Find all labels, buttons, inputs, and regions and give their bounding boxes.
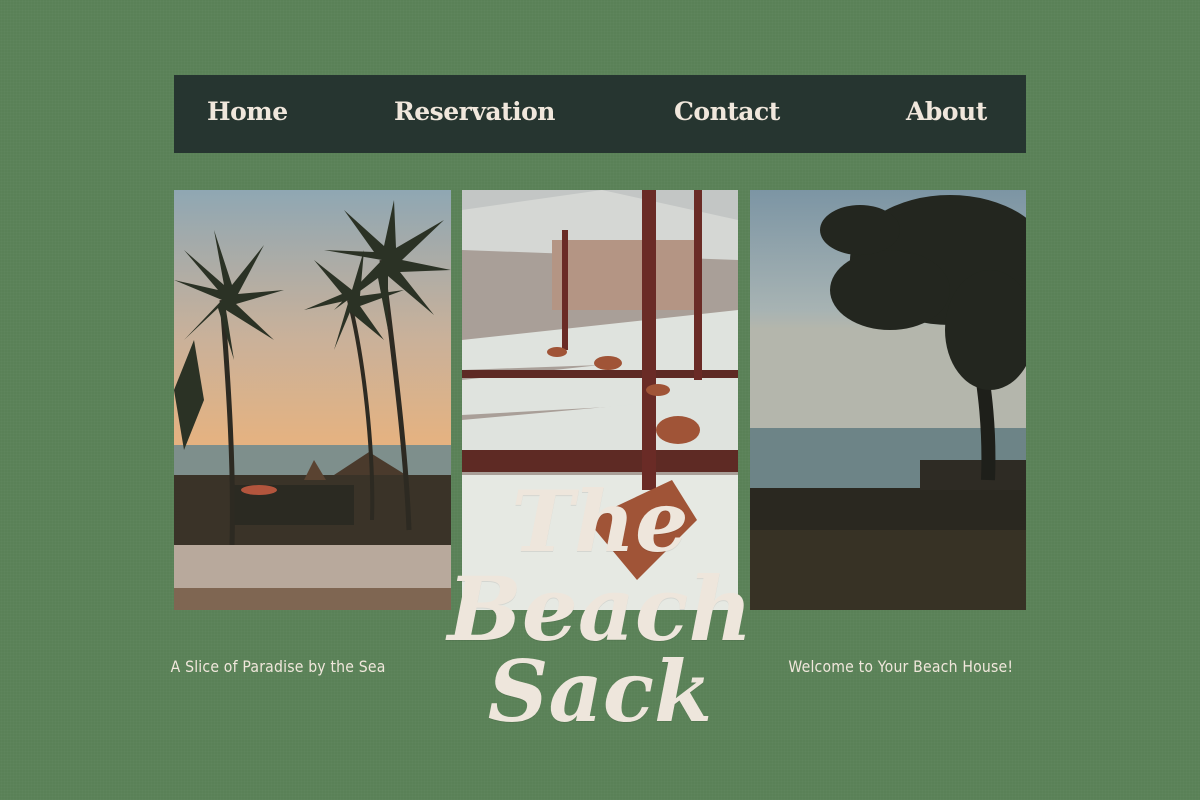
- brand-title-line-3: Sack: [487, 642, 713, 741]
- brand-title-line-1: The: [511, 472, 689, 571]
- nav-home-link[interactable]: Home: [207, 97, 288, 126]
- nav-bar: Home Reservation Contact About: [174, 75, 1026, 153]
- nav-about-link[interactable]: About: [906, 97, 987, 126]
- brand-title-line-2: Beach: [447, 557, 753, 661]
- nav-reservation-link[interactable]: Reservation: [394, 97, 555, 126]
- nav-contact-link[interactable]: Contact: [674, 97, 780, 126]
